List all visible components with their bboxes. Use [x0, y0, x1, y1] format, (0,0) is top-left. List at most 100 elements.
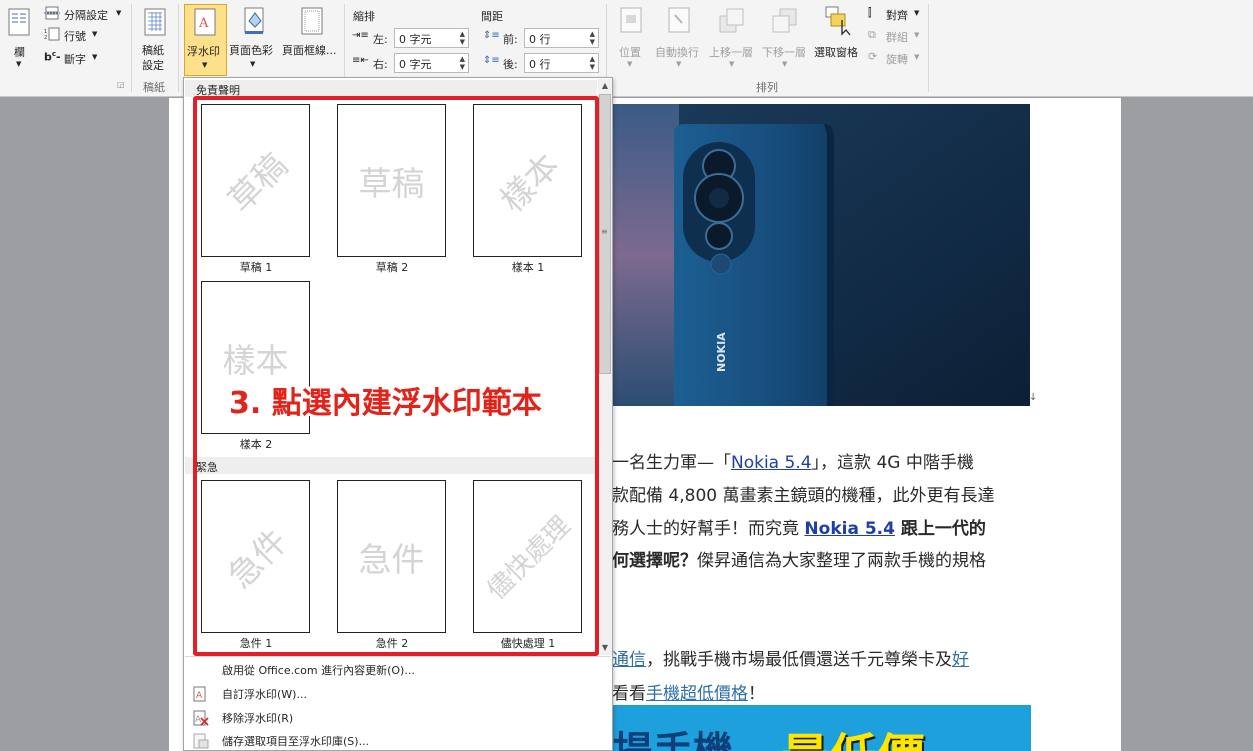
chevron-down-icon: ▼ — [729, 60, 735, 68]
spacing-after-value: 0 行 — [529, 58, 551, 71]
menu-item-save-to-gallery-label: 儲存選取項目至浮水印庫(S)... — [222, 735, 370, 748]
doc-line-1-pre: 一名生力軍—「 — [612, 453, 731, 473]
breaks-icon — [44, 6, 60, 20]
divider — [928, 4, 929, 92]
wrap-text-icon — [668, 7, 690, 33]
indent-left-input[interactable]: 0 字元 ▲ ▼ — [394, 28, 469, 48]
doc-line-1: 一名生力軍—「Nokia 5.4」，這款 4G 中階手機 — [612, 448, 974, 473]
paragraph-mark-icon: ↓ — [1029, 392, 1038, 403]
selection-pane-icon — [825, 6, 851, 36]
store-link[interactable]: 通信 — [612, 650, 646, 670]
paint-bucket-icon — [244, 7, 264, 34]
hyphenation-icon: bc- — [44, 50, 61, 64]
spacing-after-icon: ⇕≡ — [483, 55, 500, 66]
phone-image: NOKIA — [609, 104, 1030, 406]
svg-text:2: 2 — [44, 35, 47, 41]
group-label: 群組 — [886, 31, 908, 44]
phone-photo: NOKIA — [609, 104, 1030, 406]
dialog-launcher-icon[interactable]: ◲ — [117, 80, 125, 89]
watermark-button[interactable]: A 浮水印 ▼ — [184, 4, 227, 76]
gallery-scrollbar[interactable]: ▲ ≡ ▼ — [598, 79, 612, 655]
promo-link[interactable]: 好 — [952, 650, 969, 670]
page-color-button[interactable]: 頁面色彩 ▼ — [229, 4, 279, 76]
chevron-down-icon: ▼ — [250, 60, 256, 68]
indent-right-input[interactable]: 0 字元 ▲ ▼ — [394, 53, 469, 73]
menu-item-save-to-gallery[interactable]: 儲存選取項目至浮水印庫(S)... — [185, 731, 611, 751]
page-borders-button[interactable]: 頁面框線... — [281, 4, 341, 76]
menu-item-remove-watermark[interactable]: A 移除浮水印(R) — [185, 707, 611, 729]
doc-line-5-mid: ，挑戰手機市場最低價還送千元尊榮卡及 — [646, 650, 952, 670]
align-icon: ⫿ — [868, 6, 872, 19]
photo-brand-text: NOKIA — [715, 332, 728, 372]
position-label: 位置 — [619, 46, 641, 59]
page-borders-label: 頁面框線... — [282, 44, 337, 57]
indent-left-value: 0 字元 — [399, 33, 432, 46]
spinner-arrows-icon[interactable]: ▲ ▼ — [460, 30, 465, 46]
scroll-grip-icon: ≡ — [601, 227, 608, 236]
scroll-up-arrow-icon[interactable]: ▲ — [598, 79, 612, 93]
doc-line-1-post: 」，這款 4G 中階手機 — [811, 453, 974, 473]
wrap-text-button[interactable]: 自動換行 ▼ — [654, 4, 706, 76]
indent-right-value: 0 字元 — [399, 58, 432, 71]
line-numbers-icon: 12 — [44, 27, 60, 41]
line-numbers-button[interactable]: 12 行號 ▼ — [44, 27, 104, 43]
spacing-title: 間距 — [481, 10, 503, 23]
wrap-text-label: 自動換行 — [655, 46, 699, 59]
divider — [178, 4, 179, 92]
line-numbers-label: 行號 — [64, 30, 86, 43]
divider — [131, 4, 132, 92]
hyphenation-button[interactable]: bc- 斷字 ▼ — [44, 50, 104, 66]
indent-title: 縮排 — [353, 10, 375, 23]
columns-button[interactable]: 欄 ▼ — [4, 4, 34, 74]
spacing-before-icon: ⇕≡ — [483, 30, 500, 41]
svg-text:A: A — [195, 715, 202, 725]
banner-text-left: 提手機 — [613, 719, 733, 751]
doc-line-4: 何選擇呢？傑昇通信為大家整理了兩款手機的規格 — [612, 546, 986, 571]
send-backward-button[interactable]: 下移一層 ▼ — [760, 4, 812, 76]
spacing-before-label: 前: — [503, 33, 518, 46]
bring-forward-button[interactable]: 上移一層 ▼ — [707, 4, 759, 76]
chevron-down-icon: ▼ — [676, 60, 682, 68]
custom-watermark-icon: A — [193, 686, 206, 702]
rotate-icon: ⟳ — [868, 50, 878, 63]
spacing-after-input[interactable]: 0 行 ▲ ▼ — [524, 53, 599, 73]
chevron-down-icon: ▼ — [92, 53, 98, 61]
group-button[interactable]: ⧉ 群組 ▼ — [868, 28, 924, 44]
nokia-link[interactable]: Nokia 5.4 — [731, 453, 812, 473]
doc-line-6-pre: 看看 — [612, 684, 646, 704]
scroll-down-arrow-icon[interactable]: ▼ — [598, 641, 612, 655]
manuscript-button[interactable]: 稿紙 設定 — [137, 4, 173, 74]
watermark-label: 浮水印 — [187, 45, 220, 58]
doc-line-6: 看看手機超低價格！ — [612, 679, 765, 704]
align-button[interactable]: ⫿ 對齊 ▼ — [868, 6, 924, 22]
svg-text:A: A — [198, 16, 209, 31]
spinner-arrows-icon[interactable]: ▲ ▼ — [590, 30, 595, 46]
doc-line-2: 款配備 4,800 萬畫素主鏡頭的機種，此外更有長達 — [612, 486, 995, 506]
columns-label: 欄 — [14, 46, 25, 59]
arrange-group-label: 排列 — [756, 81, 778, 94]
spinner-arrows-icon[interactable]: ▲ ▼ — [460, 55, 465, 71]
nokia-link[interactable]: Nokia 5.4 — [804, 519, 895, 539]
low-price-link[interactable]: 手機超低價格 — [646, 684, 748, 704]
menu-item-office-update[interactable]: 啟用從 Office.com 進行內容更新(O)... — [185, 659, 611, 681]
bring-forward-icon — [719, 8, 744, 33]
align-label: 對齊 — [886, 9, 908, 22]
step-annotation: 3. 點選內建浮水印範本 — [229, 386, 542, 421]
menu-item-custom-watermark[interactable]: A 自訂浮水印(W)... — [185, 683, 611, 705]
highlight-box — [193, 96, 599, 656]
bring-forward-label: 上移一層 — [709, 46, 753, 59]
chevron-down-icon: ▼ — [202, 61, 208, 69]
indent-right-icon: ≡⇤ — [352, 55, 369, 66]
breaks-button[interactable]: 分隔設定 ▼ — [44, 6, 124, 22]
menu-item-office-update-label: 啟用從 Office.com 進行內容更新(O)... — [222, 664, 415, 677]
spinner-arrows-icon[interactable]: ▲ ▼ — [590, 55, 595, 71]
page-color-label: 頁面色彩 — [229, 44, 273, 57]
columns-icon — [8, 8, 30, 36]
spacing-before-value: 0 行 — [529, 33, 551, 46]
spacing-before-input[interactable]: 0 行 ▲ ▼ — [524, 28, 599, 48]
position-button[interactable]: 位置 ▼ — [614, 4, 650, 76]
rotate-button[interactable]: ⟳ 旋轉 ▼ — [868, 50, 924, 66]
watermark-icon: A — [194, 8, 216, 36]
menu-divider — [185, 656, 611, 657]
selection-pane-button[interactable]: 選取窗格 — [813, 4, 865, 76]
